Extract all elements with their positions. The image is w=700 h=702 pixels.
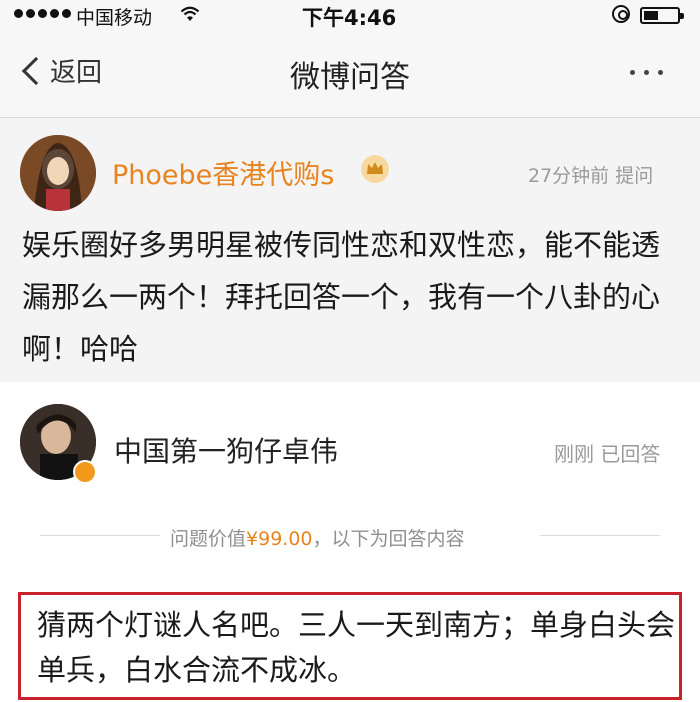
- signal-icon: [14, 9, 71, 18]
- vip-crown-icon: [361, 155, 389, 183]
- divider-left: [40, 535, 160, 536]
- lock-rotation-icon: [612, 5, 630, 23]
- question-timestamp: 27分钟前 提问: [528, 165, 654, 187]
- nav-bar: 返回 微博问答: [0, 30, 700, 118]
- carrier-label: 中国移动: [76, 7, 153, 29]
- wifi-icon: [180, 6, 200, 21]
- verified-badge-icon: [73, 460, 97, 484]
- value-prefix: 问题价值: [170, 528, 247, 550]
- answer-text: 猜两个灯谜人名吧。三人一天到南方；单身白头会单兵，白水合流不成冰。: [37, 608, 676, 687]
- status-bar: 中国移动 下午4:46: [0, 0, 700, 30]
- question-card: Phoebe香港代购s 27分钟前 提问 娱乐圈好多男明星被传同性恋和双性恋，能…: [0, 119, 700, 382]
- value-suffix: ，以下为回答内容: [312, 528, 465, 550]
- answerer-name[interactable]: 中国第一狗仔卓伟: [114, 430, 338, 470]
- battery-icon: [640, 7, 684, 24]
- value-price: ¥99.00: [246, 528, 313, 550]
- answer-timestamp: 刚刚 已回答: [554, 442, 661, 466]
- divider-right: [540, 535, 660, 536]
- clock: 下午4:46: [302, 6, 397, 30]
- question-text: 娱乐圈好多男明星被传同性恋和双性恋，能不能透漏那么一两个！拜托回答一个，我有一个…: [22, 228, 661, 366]
- answer-highlight-box: 猜两个灯谜人名吧。三人一天到南方；单身白头会单兵，白水合流不成冰。: [18, 592, 682, 700]
- asker-name[interactable]: Phoebe香港代购s: [112, 153, 334, 192]
- answer-card: 中国第一狗仔卓伟 刚刚 已回答 问题价值¥99.00，以下为回答内容 猜两个灯谜…: [0, 382, 700, 702]
- more-icon[interactable]: [630, 70, 663, 75]
- question-value-divider: 问题价值¥99.00，以下为回答内容: [0, 520, 700, 550]
- page-title: 微博问答: [290, 60, 410, 95]
- asker-avatar[interactable]: [20, 135, 96, 211]
- question-value-text: 问题价值¥99.00，以下为回答内容: [170, 524, 465, 551]
